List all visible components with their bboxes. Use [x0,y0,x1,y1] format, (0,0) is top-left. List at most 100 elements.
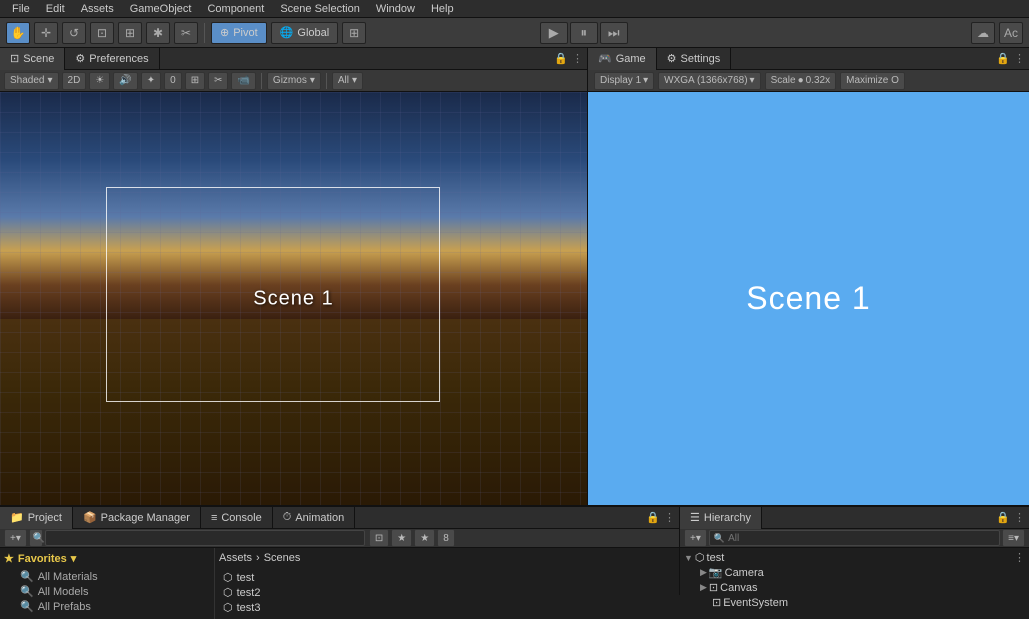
menu-gameobject[interactable]: GameObject [122,0,200,18]
fav-item-prefabs[interactable]: 🔍 All Prefabs [4,599,210,614]
asset-test[interactable]: ⬡ test [219,570,675,585]
tab-hierarchy[interactable]: ☰ Hierarchy [680,507,762,529]
hierarchy-search-box[interactable]: 🔍 [709,530,1000,546]
tool-hand[interactable]: ✋ [6,22,30,44]
hierarchy-search-input[interactable] [728,533,995,544]
shading-label: Shaded [10,75,44,86]
project-search-icon[interactable]: 🔍 [29,529,43,547]
tool-rotate[interactable]: ↺ [62,22,86,44]
hierarchy-content: ▼ ⬡ test ⋮ ▶ 📷 Camera ▶ ⊡ Canvas ⊡ Event… [680,548,1029,612]
tool-transform[interactable]: ✱ [146,22,170,44]
project-filter-1[interactable]: ⊡ [369,529,389,547]
hier-more-icon[interactable]: ⋮ [1014,511,1025,524]
scene-tb-4[interactable]: ⊞ [185,72,205,90]
tab-animation[interactable]: ⏱ Animation [273,507,356,529]
tab-game[interactable]: 🎮 Game [588,48,657,70]
scene-tb-5[interactable]: ✂ [208,72,228,90]
tool-move[interactable]: ✛ [34,22,58,44]
global-icon: 🌐 [280,26,294,39]
scale-control[interactable]: Scale ● 0.32x [765,72,837,90]
menu-assets[interactable]: Assets [73,0,122,18]
scene-more-icon[interactable]: ⋮ [572,52,583,65]
all-arrow: ▾ [352,75,357,86]
project-lock-icon[interactable]: 🔒 [646,511,660,524]
all-button[interactable]: All ▾ [332,72,363,90]
game-viewport[interactable]: Scene 1 [588,92,1029,505]
pause-button[interactable]: ⏸ [570,22,598,44]
menu-help[interactable]: Help [423,0,462,18]
shading-dropdown[interactable]: Shaded ▾ [4,72,59,90]
settings-tab-label: Settings [681,53,721,65]
display-dropdown[interactable]: Display 1 ▾ [594,72,654,90]
hierarchy-add-button[interactable]: +▾ [684,529,707,547]
favorites-header: ★ Favorites ▾ [4,552,210,565]
hier-item-camera[interactable]: ▶ 📷 Camera [680,565,1029,580]
menu-file[interactable]: File [4,0,38,18]
game-more-icon[interactable]: ⋮ [1014,52,1025,65]
tab-preferences[interactable]: ⚙ Preferences [65,48,159,70]
lighting-button[interactable]: ☀ [89,72,110,90]
pivot-button[interactable]: ⊕ Pivot [211,22,267,44]
hier-test-label: test [707,552,725,564]
resolution-dropdown[interactable]: WXGA (1366x768) ▾ [658,72,760,90]
hier-arrow-canvas: ▶ [700,582,707,593]
assets-root[interactable]: Assets [219,552,252,564]
tool-rect[interactable]: ⊞ [118,22,142,44]
hierarchy-sort-button[interactable]: ≡▾ [1002,529,1025,547]
gizmos-button[interactable]: Gizmos ▾ [267,72,321,90]
project-more-icon[interactable]: ⋮ [664,511,675,524]
scene-viewport[interactable]: Scene 1 [0,92,587,505]
hier-item-canvas[interactable]: ▶ ⊡ Canvas [680,580,1029,595]
tab-project[interactable]: 📁 Project [0,507,73,529]
hierarchy-tabs: ☰ Hierarchy 🔒 ⋮ [680,507,1029,529]
hier-canvas-icon: ⊡ [709,581,718,594]
account-button[interactable]: Ac [999,22,1023,44]
cloud-button[interactable]: ☁ [971,22,995,44]
project-icon: 📁 [10,511,24,524]
tab-settings[interactable]: ⚙ Settings [657,48,732,70]
hier-item-test[interactable]: ▼ ⬡ test ⋮ [680,550,1029,565]
maximize-button[interactable]: Maximize O [840,72,905,90]
tool-scale[interactable]: ⊡ [90,22,114,44]
scale-slider-icon: ● [798,75,804,86]
project-panel-icons: 🔒 ⋮ [646,511,679,524]
tab-package-manager[interactable]: 📦 Package Manager [73,507,201,529]
project-search-box[interactable] [45,530,365,546]
tab-scene[interactable]: ⊡ Scene [0,48,65,70]
scene-tb-6[interactable]: 📹 [231,72,255,90]
fav-item-models[interactable]: 🔍 All Models [4,584,210,599]
menu-component[interactable]: Component [199,0,272,18]
scene-tb-3[interactable]: 0 [164,72,182,90]
tab-console[interactable]: ≡ Console [201,507,273,529]
gizmos-arrow: ▾ [310,75,315,86]
favorites-label: Favorites [18,553,67,565]
scene-lock-icon[interactable]: 🔒 [554,52,568,65]
menu-edit[interactable]: Edit [38,0,73,18]
game-lock-icon[interactable]: 🔒 [996,52,1010,65]
grid-tool[interactable]: ⊞ [342,22,366,44]
hier-lock-icon[interactable]: 🔒 [996,511,1010,524]
play-button[interactable]: ▶ [540,22,568,44]
fx-button[interactable]: ✦ [141,72,161,90]
fav-search-icon-3: 🔍 [20,600,34,613]
project-add-button[interactable]: +▾ [4,529,27,547]
asset-test3[interactable]: ⬡ test3 [219,600,675,615]
hierarchy-toolbar: +▾ 🔍 ≡▾ [680,529,1029,548]
menu-scene-selection[interactable]: Scene Selection [272,0,368,18]
tool-custom[interactable]: ✂ [174,22,198,44]
hier-test-more[interactable]: ⋮ [1014,551,1025,564]
project-search-input[interactable] [50,533,360,544]
menu-window[interactable]: Window [368,0,423,18]
assets-scenes[interactable]: Scenes [264,552,301,564]
hier-camera-label: Camera [725,567,764,579]
fav-item-materials[interactable]: 🔍 All Materials [4,569,210,584]
asset-test2[interactable]: ⬡ test2 [219,585,675,600]
audio-button[interactable]: 🔊 [113,72,137,90]
project-filter-2[interactable]: ★ [391,529,412,547]
project-content: ★ Favorites ▾ 🔍 All Materials 🔍 All Mode… [0,548,679,619]
hier-item-eventsystem[interactable]: ⊡ EventSystem [680,595,1029,610]
global-button[interactable]: 🌐 Global [271,22,339,44]
2d-button[interactable]: 2D [62,72,87,90]
step-button[interactable]: ⏭ [600,22,628,44]
project-filter-3[interactable]: ★ [414,529,435,547]
